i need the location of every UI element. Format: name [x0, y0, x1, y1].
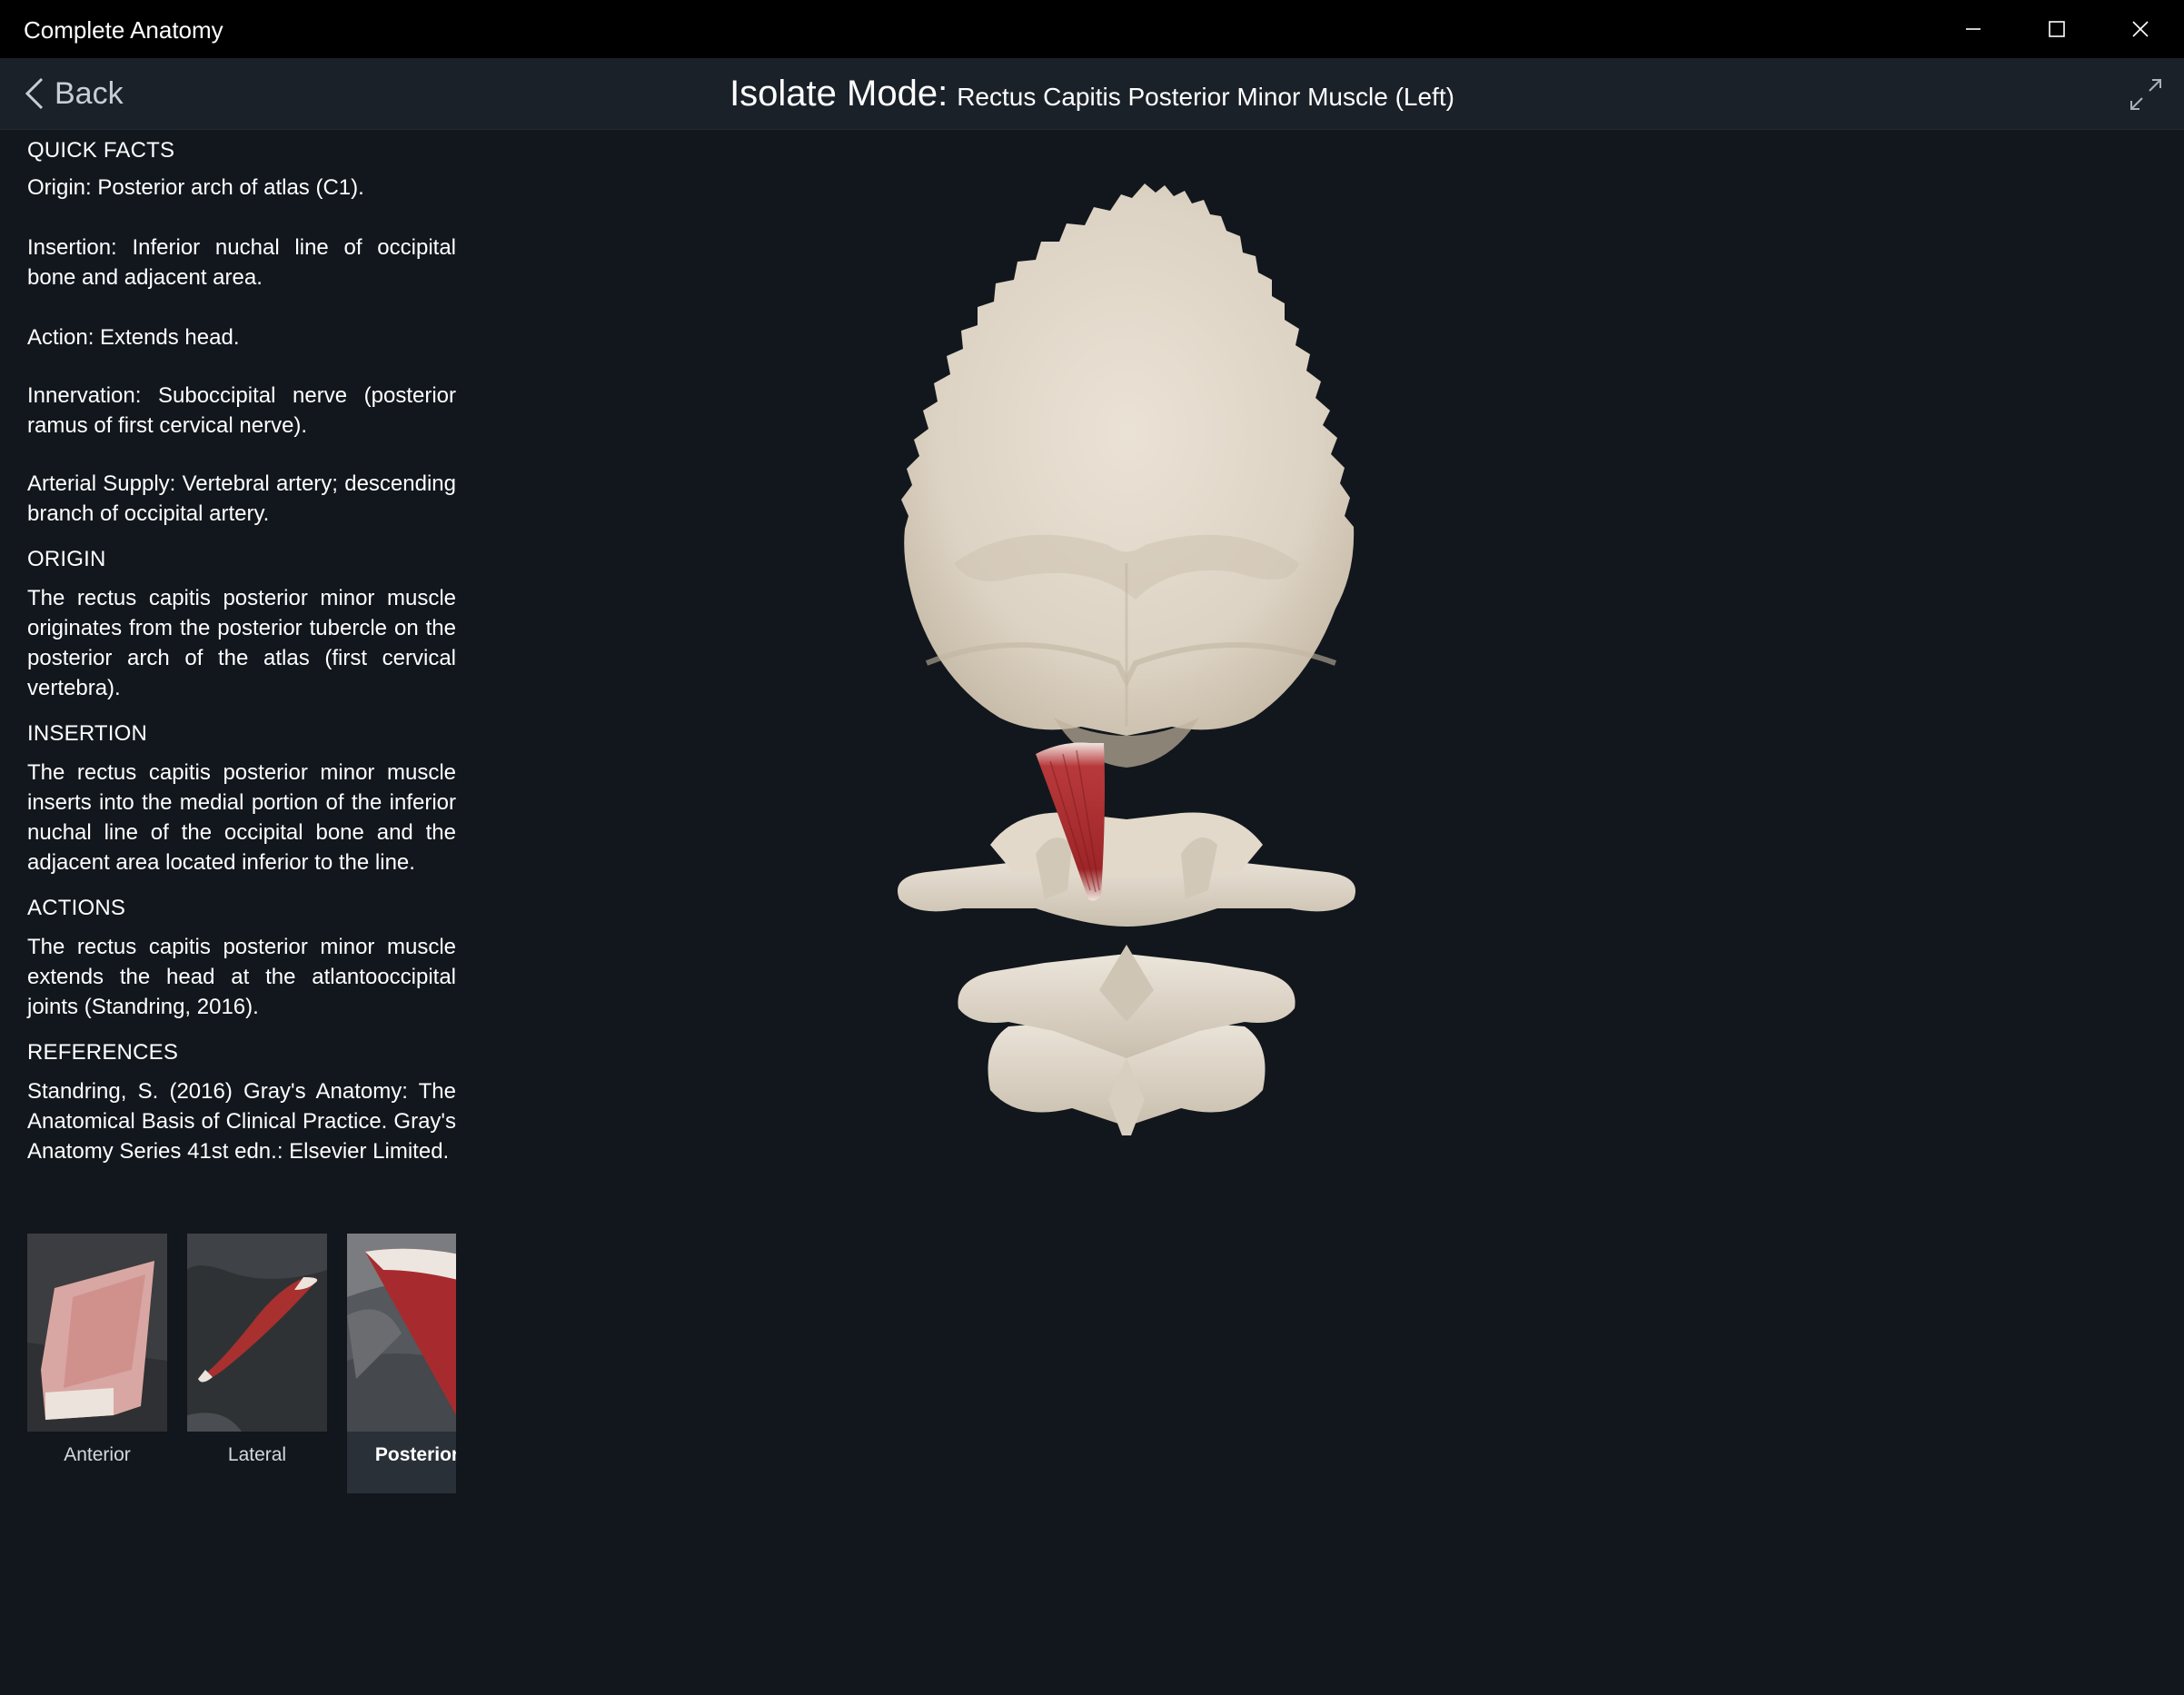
- lateral-label: Lateral: [227, 1444, 287, 1465]
- action-fact: Action: Extends head.: [27, 325, 240, 350]
- view-thumbnails: Anterior Lateral Posterior: [27, 1234, 456, 1493]
- posterior-view-image: [347, 1234, 456, 1432]
- arterial-supply-fact: Arterial Supply: Vertebral artery; desce…: [27, 471, 456, 526]
- page-title: Isolate Mode: Rectus Capitis Posterior Mi…: [0, 71, 2184, 120]
- close-button[interactable]: [2099, 0, 2182, 58]
- structure-name: Rectus Capitis Posterior Minor Muscle (L…: [957, 83, 1454, 111]
- actions-heading: ACTIONS: [27, 896, 126, 920]
- references-text: Standring, S. (2016) Gray's Anatomy: The…: [27, 1079, 456, 1164]
- insertion-heading: INSERTION: [27, 721, 148, 746]
- minimize-icon: [1966, 28, 1980, 30]
- close-icon: [2132, 21, 2149, 37]
- anterior-view-image: [27, 1234, 167, 1432]
- view-thumbnail-lateral[interactable]: Lateral: [187, 1234, 327, 1493]
- insertion-text: The rectus capitis posterior minor muscl…: [27, 760, 456, 875]
- actions-text: The rectus capitis posterior minor muscl…: [27, 935, 456, 1019]
- quick-facts-heading: QUICK FACTS: [27, 138, 175, 163]
- title-bar: Complete Anatomy: [0, 0, 2184, 58]
- 3d-model-viewer[interactable]: [745, 173, 1563, 1217]
- maximize-icon: [2049, 21, 2065, 37]
- view-thumbnail-posterior[interactable]: Posterior: [347, 1234, 456, 1493]
- posterior-label: Posterior: [374, 1444, 456, 1465]
- maximize-button[interactable]: [2015, 0, 2099, 58]
- insertion-fact: Insertion: Inferior nuchal line of occip…: [27, 235, 456, 290]
- mode-label: Isolate Mode:: [730, 74, 948, 114]
- innervation-fact: Innervation: Suboccipital nerve (posteri…: [27, 383, 456, 438]
- anterior-label: Anterior: [64, 1444, 131, 1465]
- origin-heading: ORIGIN: [27, 547, 106, 571]
- lateral-view-image: [187, 1234, 327, 1432]
- skull-and-spine-model: [898, 183, 1355, 1135]
- app-window: Complete Anatomy Back Isolate Mode: Rect…: [0, 0, 2184, 1695]
- info-panel: QUICK FACTS Origin: Posterior arch of at…: [27, 136, 456, 1166]
- references-heading: REFERENCES: [27, 1040, 179, 1065]
- view-thumbnail-anterior[interactable]: Anterior: [27, 1234, 167, 1493]
- app-title: Complete Anatomy: [24, 16, 223, 44]
- origin-fact: Origin: Posterior arch of atlas (C1).: [27, 175, 364, 200]
- minimize-button[interactable]: [1931, 0, 2015, 58]
- header-bar: Back Isolate Mode: Rectus Capitis Posteri…: [0, 58, 2184, 130]
- expand-icon: [2130, 79, 2161, 110]
- expand-button[interactable]: [2126, 74, 2166, 114]
- origin-text: The rectus capitis posterior minor muscl…: [27, 586, 456, 700]
- cervical-vertebrae: [898, 812, 1355, 1135]
